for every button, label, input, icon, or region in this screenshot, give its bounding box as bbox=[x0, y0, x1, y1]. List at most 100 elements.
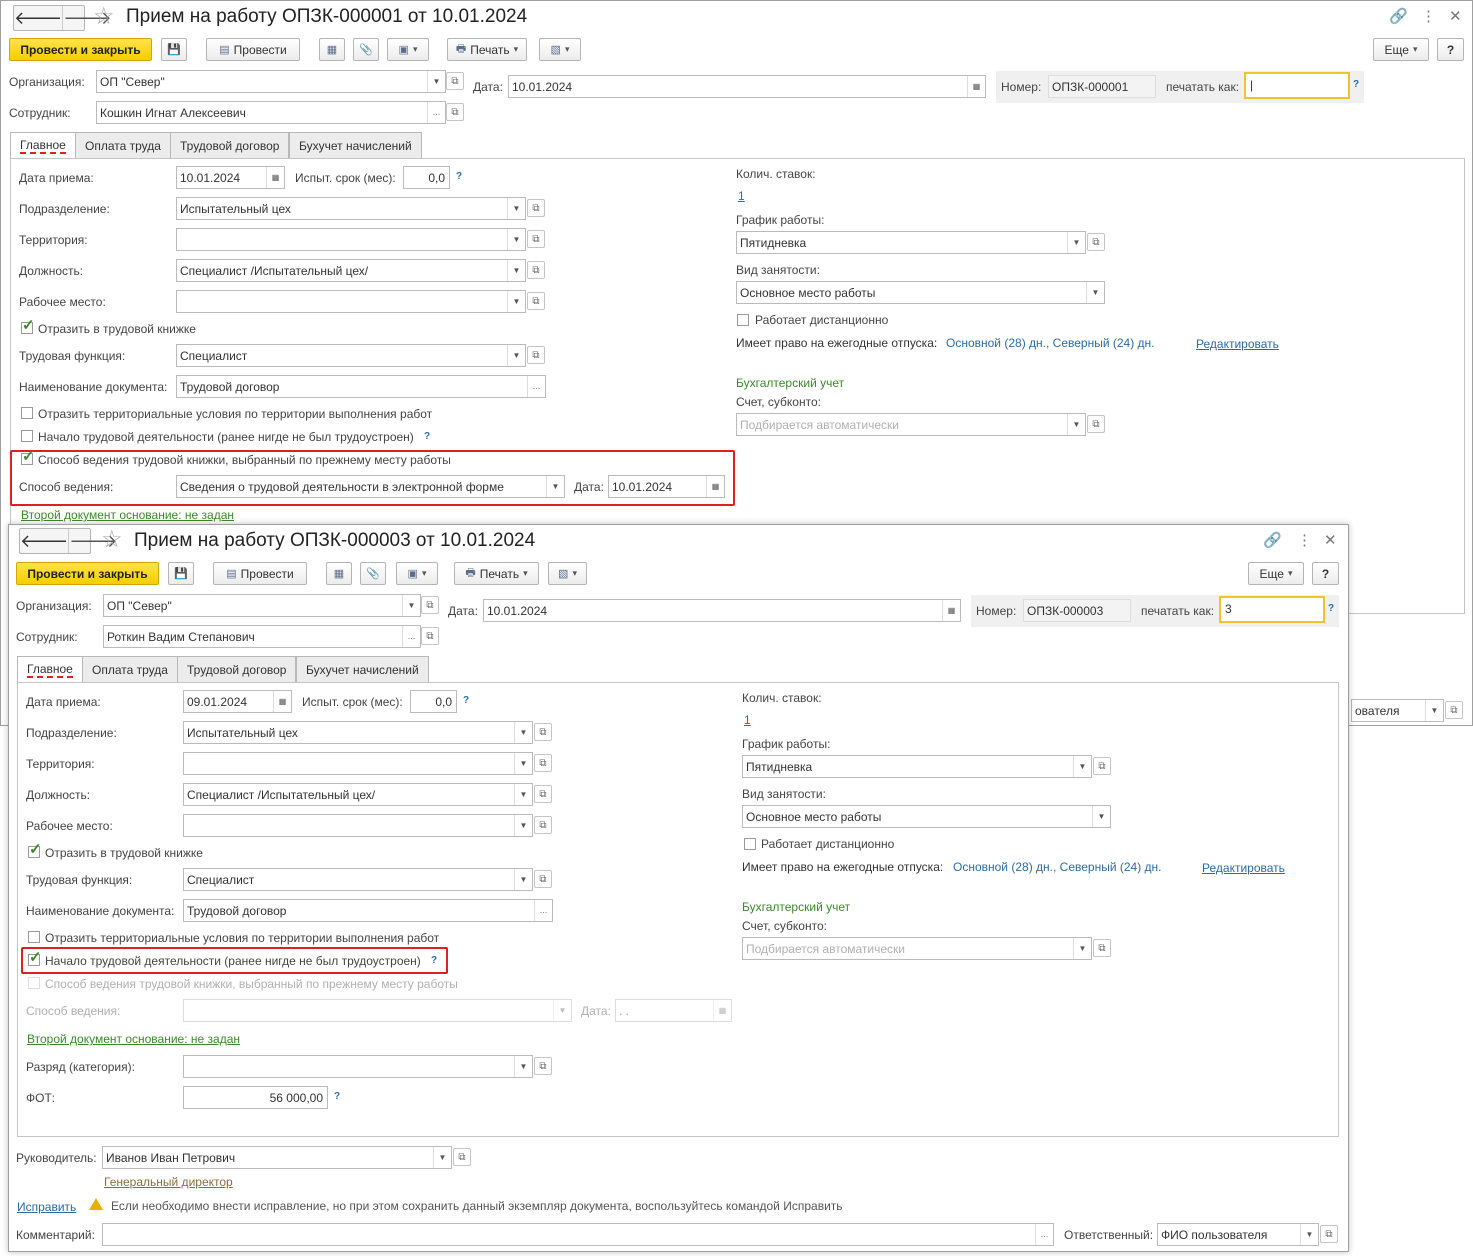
open-icon[interactable]: ⧉ bbox=[534, 785, 552, 803]
calendar-icon[interactable]: ▦ bbox=[942, 600, 960, 621]
open-icon[interactable]: ⧉ bbox=[1320, 1225, 1338, 1243]
method-date-field[interactable]: . . ▦ bbox=[615, 999, 732, 1022]
function-field[interactable]: Специалист ▼ bbox=[183, 868, 533, 891]
number-field[interactable]: ОПЗК-000001 bbox=[1048, 75, 1156, 98]
tab-accounting[interactable]: Бухучет начислений bbox=[296, 656, 429, 682]
start-checkbox[interactable]: ✓ bbox=[28, 950, 42, 966]
dropdown-icon[interactable]: ▼ bbox=[1073, 938, 1091, 959]
dropdown-icon[interactable]: ▼ bbox=[553, 1000, 571, 1021]
print-as-field[interactable]: | bbox=[1244, 72, 1350, 99]
method-field[interactable]: ▼ bbox=[183, 999, 572, 1022]
dropdown-icon[interactable]: ▼ bbox=[1067, 414, 1085, 435]
nav-buttons[interactable]: 🡐 🡒 bbox=[19, 528, 118, 554]
schedule-field[interactable]: Пятидневка ▼ bbox=[742, 755, 1092, 778]
fix-link[interactable]: Исправить bbox=[17, 1200, 76, 1214]
second-doc-link[interactable]: Второй документ основание: не задан bbox=[21, 508, 234, 522]
account-field[interactable]: Подбирается автоматически ▼ bbox=[742, 937, 1092, 960]
post-button[interactable]: ▤ Провести bbox=[213, 562, 307, 585]
print-button[interactable]: 🖶 Печать ▾ bbox=[454, 562, 539, 585]
help-icon[interactable]: ? bbox=[1328, 603, 1334, 614]
calendar-icon[interactable]: ▦ bbox=[713, 1000, 731, 1021]
organization-field[interactable]: ОП "Север" ▼ bbox=[103, 594, 421, 617]
select-icon[interactable]: … bbox=[527, 376, 545, 397]
tab-contract[interactable]: Трудовой договор bbox=[177, 656, 297, 682]
terrcond-checkbox[interactable] bbox=[21, 407, 33, 419]
link-icon[interactable]: 🔗 bbox=[1263, 531, 1282, 549]
print-as-field[interactable]: 3 bbox=[1219, 596, 1325, 623]
dropdown-icon[interactable]: ▼ bbox=[1300, 1224, 1318, 1245]
create-based-button[interactable]: ▣ ▾ bbox=[387, 38, 429, 61]
dropdown-icon[interactable]: ▼ bbox=[507, 291, 525, 312]
hire-date-field[interactable]: 09.01.2024 ▦ bbox=[183, 690, 292, 713]
edit-vacation-link[interactable]: Редактировать bbox=[1202, 861, 1285, 875]
help-icon[interactable]: ? bbox=[334, 1091, 340, 1102]
organization-field[interactable]: ОП "Север" ▼ bbox=[96, 70, 446, 93]
responsible-field-partial[interactable]: ователя ▼ bbox=[1351, 699, 1444, 722]
back-arrow-icon[interactable]: 🡐 bbox=[14, 6, 64, 30]
dropdown-icon[interactable]: ▼ bbox=[514, 753, 532, 774]
emptype-field[interactable]: Основное место работы ▼ bbox=[736, 281, 1105, 304]
fot-field[interactable]: 56 000,00 bbox=[183, 1086, 328, 1109]
save-button[interactable]: 💾 bbox=[168, 562, 194, 585]
select-icon[interactable]: … bbox=[1035, 1224, 1053, 1245]
edit-vacation-link[interactable]: Редактировать bbox=[1196, 337, 1279, 351]
dropdown-icon[interactable]: ▼ bbox=[507, 198, 525, 219]
open-icon[interactable]: ⧉ bbox=[1445, 701, 1463, 719]
calendar-icon[interactable]: ▦ bbox=[266, 167, 284, 188]
grade-field[interactable]: ▼ bbox=[183, 1055, 533, 1078]
trial-field[interactable]: 0,0 bbox=[403, 166, 450, 189]
dropdown-icon[interactable]: ▼ bbox=[514, 784, 532, 805]
favorite-star-icon[interactable]: ☆ bbox=[101, 528, 123, 552]
dropdown-icon[interactable]: ▼ bbox=[514, 1056, 532, 1077]
hire-date-field[interactable]: 10.01.2024 ▦ bbox=[176, 166, 285, 189]
open-icon[interactable]: ⧉ bbox=[534, 1057, 552, 1075]
close-icon[interactable]: ✕ bbox=[1324, 531, 1337, 549]
open-icon[interactable]: ⧉ bbox=[453, 1148, 471, 1166]
open-icon[interactable]: ⧉ bbox=[1093, 757, 1111, 775]
more-vert-icon[interactable]: ⋮ bbox=[1421, 7, 1436, 25]
link-icon[interactable]: 🔗 bbox=[1389, 7, 1408, 25]
dropdown-icon[interactable]: ▼ bbox=[546, 476, 564, 497]
open-icon[interactable]: ⧉ bbox=[1087, 233, 1105, 251]
dept-field[interactable]: Испытательный цех ▼ bbox=[183, 721, 533, 744]
date-field[interactable]: 10.01.2024 ▦ bbox=[508, 75, 986, 98]
book-checkbox[interactable]: ✓ bbox=[28, 842, 42, 858]
workplace-field[interactable]: ▼ bbox=[183, 814, 533, 837]
tab-accounting[interactable]: Бухучет начислений bbox=[289, 132, 422, 158]
emptype-field[interactable]: Основное место работы ▼ bbox=[742, 805, 1111, 828]
manager-field[interactable]: Иванов Иван Петрович ▼ bbox=[102, 1146, 452, 1169]
comment-field[interactable]: … bbox=[102, 1223, 1054, 1246]
dropdown-icon[interactable]: ▼ bbox=[433, 1147, 451, 1168]
employee-field[interactable]: Роткин Вадим Степанович… bbox=[103, 625, 421, 648]
dropdown-icon[interactable]: ▼ bbox=[514, 869, 532, 890]
calendar-icon[interactable]: ▦ bbox=[273, 691, 291, 712]
attach-button[interactable]: 📎 bbox=[353, 38, 379, 61]
dropdown-icon[interactable]: ▼ bbox=[514, 722, 532, 743]
method-checkbox[interactable]: ✓ bbox=[21, 449, 35, 465]
doc-name-field[interactable]: Трудовой договор… bbox=[176, 375, 546, 398]
select-icon[interactable]: … bbox=[402, 626, 420, 647]
open-icon[interactable]: ⧉ bbox=[534, 816, 552, 834]
dropdown-icon[interactable]: ▼ bbox=[514, 815, 532, 836]
trial-field[interactable]: 0,0 bbox=[410, 690, 457, 713]
position-field[interactable]: Специалист /Испытательный цех/▼ bbox=[176, 259, 526, 282]
open-icon[interactable]: ⧉ bbox=[446, 103, 464, 121]
open-icon[interactable]: ⧉ bbox=[534, 723, 552, 741]
tab-main[interactable]: Главное bbox=[17, 656, 83, 682]
tab-main[interactable]: Главное bbox=[10, 132, 76, 158]
open-icon[interactable]: ⧉ bbox=[527, 292, 545, 310]
schedule-field[interactable]: Пятидневка ▼ bbox=[736, 231, 1086, 254]
dropdown-icon[interactable]: ▼ bbox=[1092, 806, 1110, 827]
open-icon[interactable]: ⧉ bbox=[527, 261, 545, 279]
workplace-field[interactable]: ▼ bbox=[176, 290, 526, 313]
position-field[interactable]: Специалист /Испытательный цех/▼ bbox=[183, 783, 533, 806]
territory-field[interactable]: ▼ bbox=[183, 752, 533, 775]
tab-contract[interactable]: Трудовой договор bbox=[170, 132, 290, 158]
date-field[interactable]: 10.01.2024 ▦ bbox=[483, 599, 961, 622]
help-icon[interactable]: ? bbox=[431, 955, 437, 966]
select-icon[interactable]: … bbox=[427, 102, 445, 123]
create-based-button[interactable]: ▣ ▾ bbox=[396, 562, 438, 585]
employee-field[interactable]: Кошкин Игнат Алексеевич… bbox=[96, 101, 446, 124]
open-icon[interactable]: ⧉ bbox=[421, 627, 439, 645]
attach-button[interactable]: 📎 bbox=[360, 562, 386, 585]
